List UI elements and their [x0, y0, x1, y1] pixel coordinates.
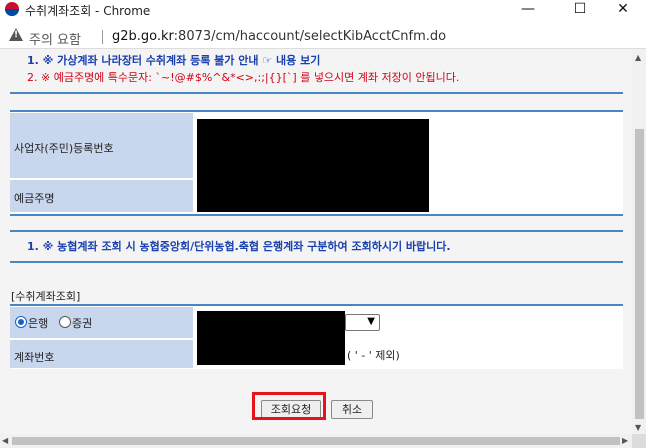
page-content: 1. ※ 가상계좌 나라장터 수취계좌 등록 불가 안내 ☞ 내용 보기 2. … [0, 49, 632, 434]
url-path: :8073/cm/haccount/selectKibAcctCnfm.do [173, 29, 447, 44]
biz-no-label: 사업자(주민)등록번호 [14, 142, 114, 155]
radio-bank-label[interactable]: 은행 [28, 315, 48, 331]
radio-bank[interactable] [15, 316, 27, 328]
holder-label-cell: 예금주명 [10, 180, 193, 212]
notice-nonghyup: 1. ※ 농협계좌 조회 시 농협중앙회/단위농협.축협 은행계좌 구분하여 조… [27, 240, 451, 253]
section-divider [10, 261, 623, 263]
address-bar[interactable]: 주의 요함 g2b.go.kr:8073/cm/haccount/selectK… [0, 24, 646, 49]
bank-select[interactable]: ▼ [345, 314, 380, 331]
notice-virtual-account[interactable]: 1. ※ 가상계좌 나라장터 수취계좌 등록 불가 안내 ☞ 내용 보기 [27, 52, 320, 68]
maximize-button[interactable]: ☐ [557, 0, 603, 20]
notice-special-chars: 2. ※ 예금주명에 특수문자: `~!@#$%^&*<>,:;|{}[`] 를… [27, 71, 460, 84]
taegeuk-favicon-icon [5, 2, 19, 16]
url-text[interactable]: g2b.go.kr:8073/cm/haccount/selectKibAcct… [112, 29, 446, 44]
cancel-button[interactable]: 취소 [331, 400, 373, 419]
section-divider [10, 214, 623, 216]
account-hint: ( ' - ' 제외) [347, 349, 400, 362]
scrollbar-corner [632, 434, 646, 448]
scroll-down-icon[interactable]: ▼ [635, 423, 641, 432]
horizontal-scrollbar[interactable]: ◀ ▶ [0, 434, 632, 448]
chevron-down-icon: ▼ [367, 316, 375, 327]
address-separator [102, 30, 103, 44]
scroll-up-icon[interactable]: ▲ [635, 53, 641, 62]
window-title-bar: 수취계좌조회 - Chrome — ☐ ✕ [0, 0, 646, 20]
horizontal-scroll-thumb[interactable] [12, 437, 620, 445]
security-warning-text[interactable]: 주의 요함 [29, 29, 81, 48]
window-title: 수취계좌조회 - Chrome [25, 4, 151, 18]
scroll-left-icon[interactable]: ◀ [2, 436, 8, 445]
close-button[interactable]: ✕ [600, 0, 646, 20]
scroll-right-icon[interactable]: ▶ [622, 436, 628, 445]
biz-no-label-cell: 사업자(주민)등록번호 [10, 113, 193, 178]
account-no-label: 계좌번호 [14, 351, 55, 364]
redacted-account [197, 311, 345, 365]
radio-securities[interactable] [59, 316, 71, 328]
section-divider [10, 230, 623, 232]
vertical-scroll-thumb[interactable] [635, 129, 644, 419]
url-host: g2b.go.kr [112, 29, 174, 44]
warning-triangle-icon[interactable] [9, 28, 23, 41]
minimize-button[interactable]: — [505, 0, 551, 20]
redacted-info [197, 119, 429, 212]
account-section-title: [수취계좌조회] [11, 290, 81, 303]
section-divider [10, 92, 623, 94]
account-no-label-cell: 계좌번호 [10, 340, 193, 368]
highlight-box [252, 392, 326, 420]
vertical-scrollbar[interactable]: ▲ ▼ [632, 49, 646, 434]
holder-label: 예금주명 [14, 192, 55, 205]
radio-securities-label[interactable]: 증권 [72, 315, 92, 331]
